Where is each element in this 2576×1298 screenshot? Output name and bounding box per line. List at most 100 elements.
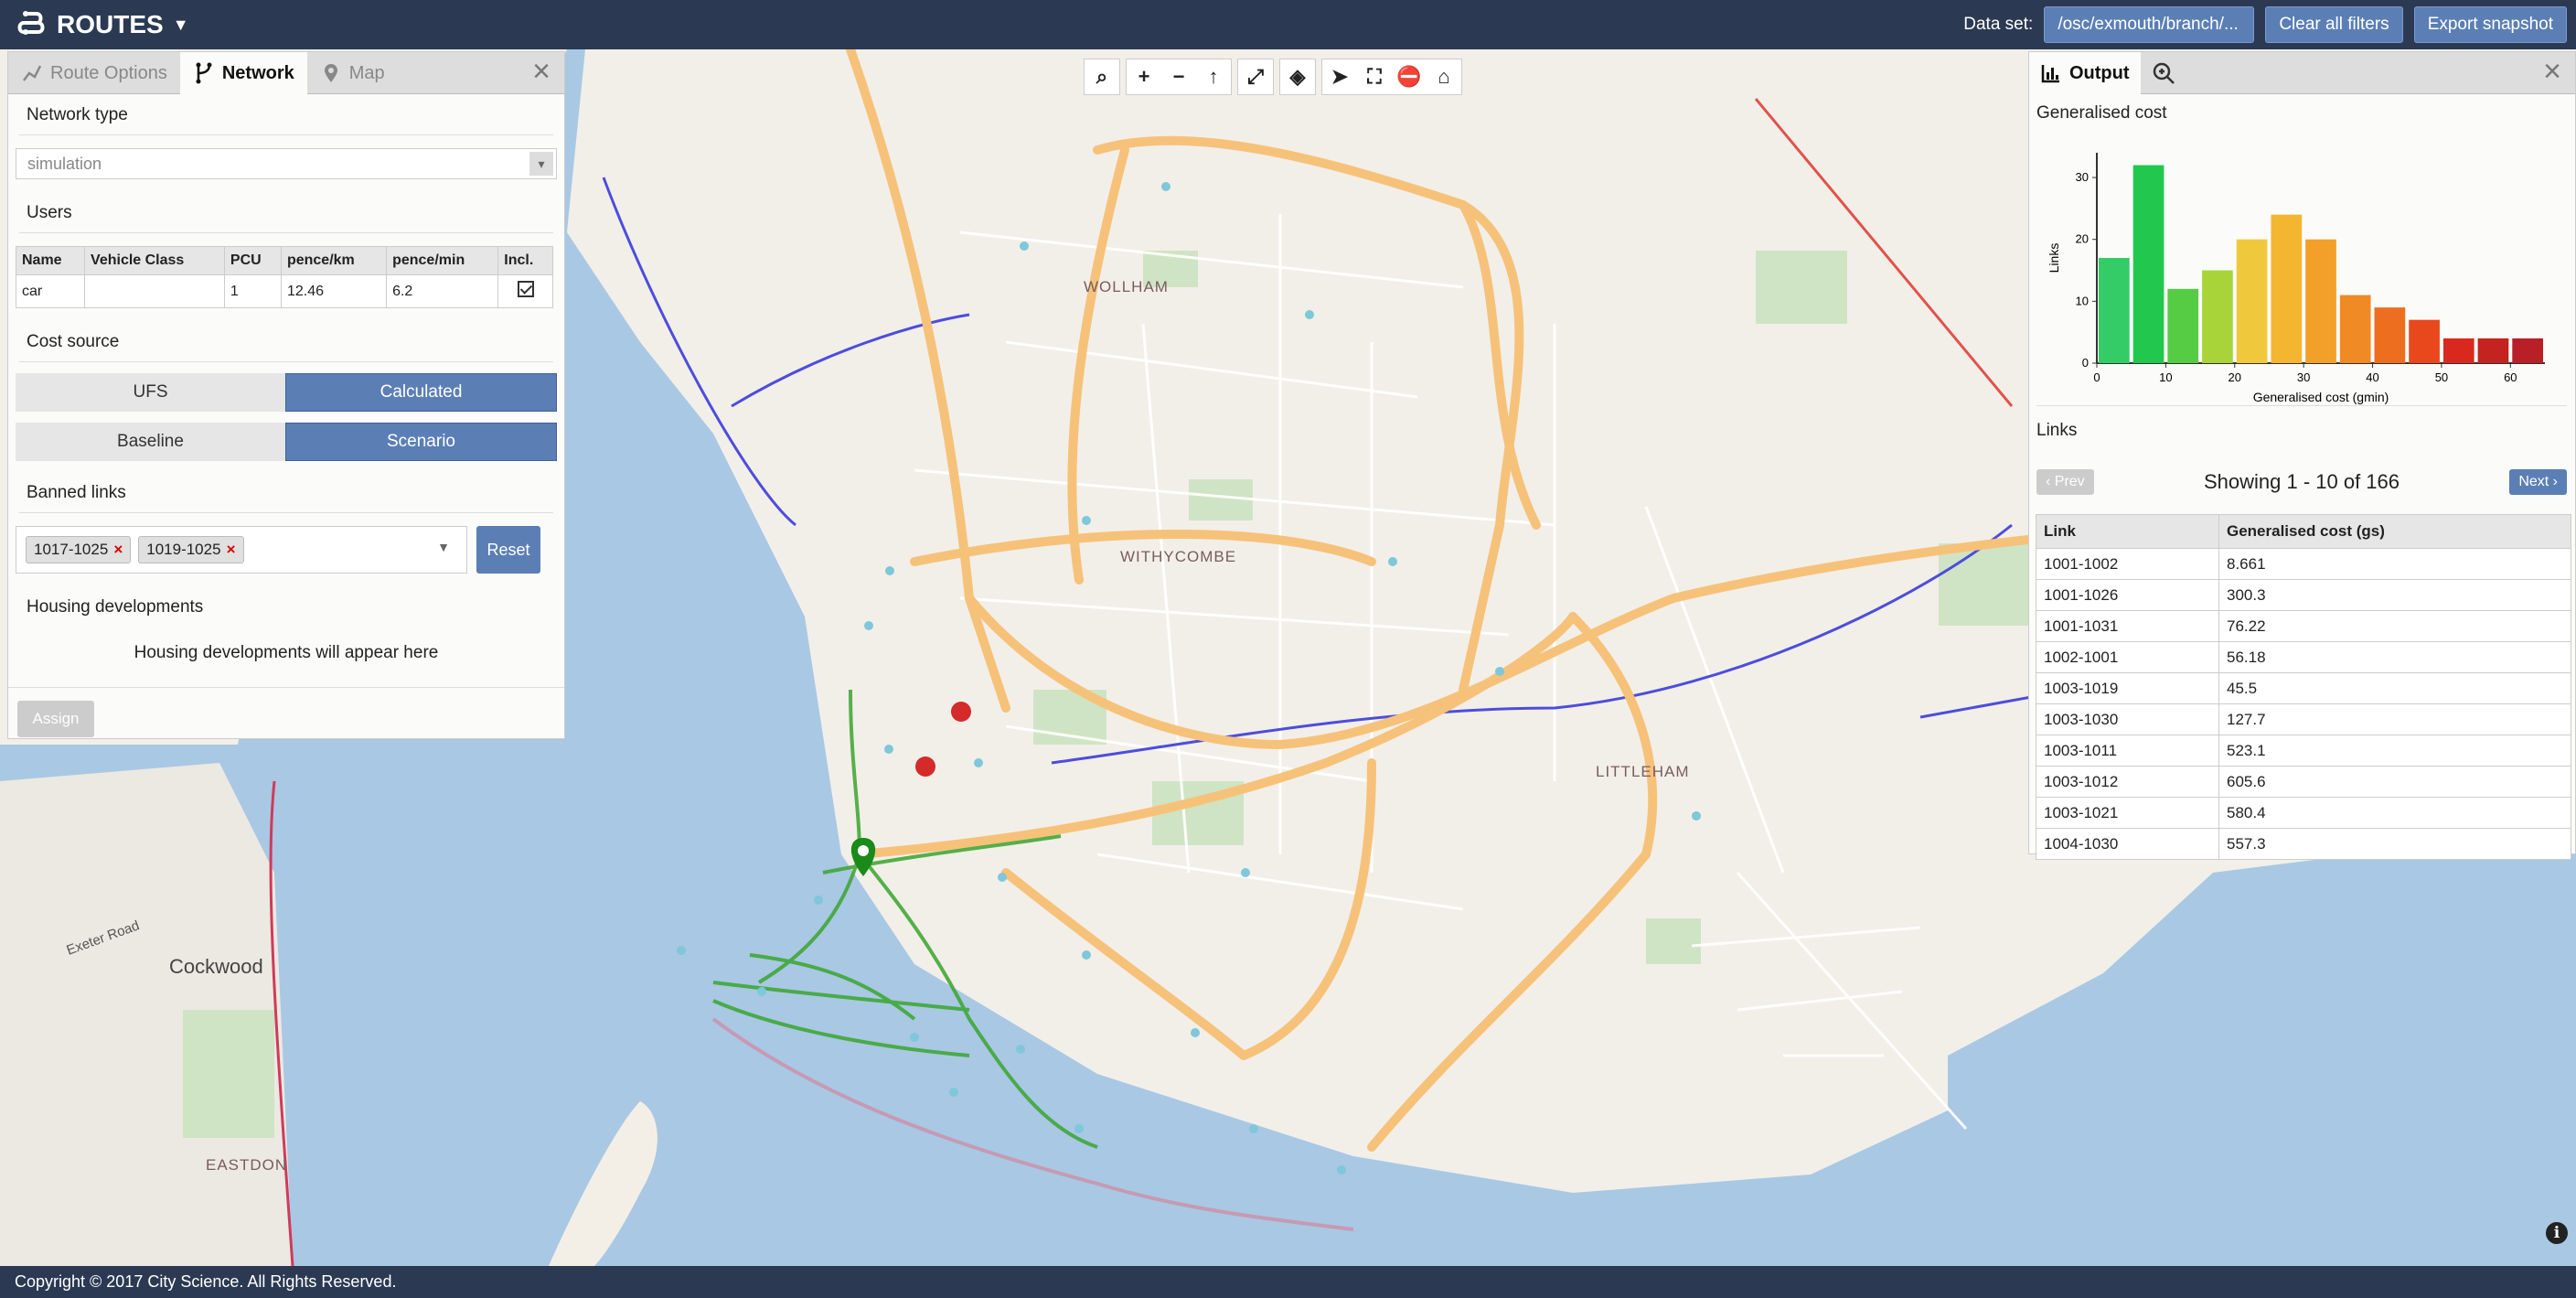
table-row[interactable]: 1001-1002 8.661 (2036, 548, 2571, 580)
user-pcu-cell[interactable]: 1 (223, 274, 282, 308)
col-pcu: PCU (223, 246, 282, 275)
y-axis-label: Links (2047, 243, 2061, 274)
links-pager: ‹ Prev Showing 1 - 10 of 166 Next › (2036, 455, 2567, 510)
housing-empty-message: Housing developments will appear here (8, 627, 564, 688)
remove-tag-icon[interactable]: × (227, 541, 236, 559)
info-icon[interactable]: i (2546, 1222, 2568, 1244)
histogram-bar (2236, 239, 2268, 363)
dataset-label: Data set: (1963, 15, 2034, 34)
col-link[interactable]: Link (2036, 514, 2219, 549)
place-label-cockwood: Cockwood (169, 955, 263, 978)
chart-title: Generalised cost (2036, 103, 2167, 123)
table-row[interactable]: 1003-1011 523.1 (2036, 735, 2571, 767)
reset-button[interactable]: Reset (476, 526, 540, 574)
link-cost-cell: 523.1 (2218, 735, 2571, 767)
next-button[interactable]: Next › (2509, 469, 2567, 495)
place-label-eastdon: EASTDON (206, 1156, 287, 1174)
banned-links-row: 1017-1025 × 1019-1025 × ▼ Reset (16, 526, 557, 574)
tab-output[interactable]: Output (2029, 52, 2141, 94)
histogram-bar (2305, 239, 2336, 363)
calculated-button[interactable]: Calculated (285, 373, 557, 412)
close-icon[interactable]: × (2537, 56, 2568, 89)
table-row[interactable]: 1003-1030 127.7 (2036, 703, 2571, 735)
incl-checkbox[interactable] (517, 281, 534, 297)
link-id-cell: 1003-1011 (2036, 735, 2219, 767)
map-search-icon[interactable]: ⌕ (1084, 59, 1120, 95)
scenario-button[interactable]: Scenario (285, 423, 557, 461)
tab-route-options-label: Route Options (50, 62, 167, 83)
table-row[interactable]: 1004-1030 557.3 (2036, 828, 2571, 860)
close-icon[interactable]: × (526, 56, 557, 89)
table-row[interactable]: 1002-1001 56.18 (2036, 641, 2571, 673)
cost-source-toggle-2: Baseline Scenario (16, 423, 557, 461)
right-panel: Output × Generalised cost 0 10 20 30 40 50 60 0… (2028, 51, 2576, 860)
dataset-button[interactable]: /osc/exmouth/branch/... (2044, 6, 2255, 43)
x-tick-label: 20 (2229, 370, 2241, 384)
user-name-cell[interactable]: car (15, 274, 86, 308)
ufs-button[interactable]: UFS (16, 373, 285, 412)
histogram-bar (2271, 214, 2303, 363)
zoom-out-icon[interactable]: − (1161, 65, 1196, 89)
remove-tag-icon[interactable]: × (113, 541, 123, 559)
baseline-button[interactable]: Baseline (16, 423, 285, 461)
col-generalised-cost[interactable]: Generalised cost (gs) (2218, 514, 2571, 549)
tab-zoom[interactable] (2141, 52, 2186, 94)
place-label-wollham: WOLLHAM (1084, 278, 1169, 295)
user-vehicle-class-cell[interactable] (84, 274, 225, 308)
link-id-cell: 1001-1002 (2036, 548, 2219, 580)
tab-map[interactable]: Map (307, 52, 398, 94)
tab-output-label: Output (2069, 62, 2130, 83)
user-pence-km-cell[interactable]: 12.46 (280, 274, 388, 308)
prev-button[interactable]: ‹ Prev (2036, 469, 2094, 495)
tag-label: 1019-1025 (146, 541, 221, 558)
table-row[interactable]: 1003-1012 605.6 (2036, 766, 2571, 798)
zoom-in-icon[interactable]: + (1127, 65, 1161, 89)
layers-icon[interactable]: ◈ (1279, 59, 1316, 95)
map-toolbar: ⌕ + − ↑ ⤢ ◈ ➤ ⛶ ⛔ ⌂ (1084, 59, 1462, 95)
chevron-down-icon[interactable]: ▼ (437, 540, 450, 554)
left-panel: Route Options Network Map × Network type… (7, 51, 565, 739)
tab-map-label: Map (348, 62, 385, 83)
home-icon[interactable]: ⌂ (1427, 65, 1461, 89)
histogram-bar (2167, 288, 2199, 363)
x-tick-label: 50 (2435, 370, 2448, 384)
generalised-cost-histogram: 0 10 20 30 40 50 60 0 10 20 30 Generalised cost (gm… (2047, 153, 2545, 404)
box-select-icon[interactable]: ⛶ (1357, 65, 1392, 89)
fullscreen-icon[interactable]: ⤢ (1237, 59, 1274, 95)
user-pence-min-cell[interactable]: 6.2 (386, 274, 499, 308)
link-cost-cell: 8.661 (2218, 548, 2571, 580)
tab-route-options[interactable]: Route Options (8, 52, 180, 94)
table-row[interactable]: 1001-1031 76.22 (2036, 610, 2571, 642)
links-table: Link Generalised cost (gs) 1001-1002 8.66… (2036, 514, 2571, 860)
place-label-withycombe: WITHYCOMBE (1120, 548, 1236, 565)
y-tick-label: 30 (2076, 170, 2089, 184)
histogram-bar (2374, 307, 2406, 363)
users-table: Name Vehicle Class PCU pence/km pence/mi… (15, 246, 553, 308)
table-row[interactable]: 1001-1026 300.3 (2036, 579, 2571, 611)
export-snapshot-button[interactable]: Export snapshot (2413, 6, 2567, 43)
tab-network[interactable]: Network (179, 52, 307, 94)
banned-links-input[interactable]: 1017-1025 × 1019-1025 × ▼ (16, 526, 467, 574)
col-pence-km: pence/km (280, 246, 388, 275)
clear-filters-button[interactable]: Clear all filters (2265, 6, 2403, 43)
histogram-bar (2099, 258, 2130, 363)
network-type-select[interactable]: simulation ▾ (16, 148, 557, 179)
table-row[interactable]: 1003-1021 580.4 (2036, 797, 2571, 829)
link-id-cell: 1003-1012 (2036, 766, 2219, 798)
link-cost-cell: 605.6 (2218, 766, 2571, 798)
link-id-cell: 1003-1021 (2036, 797, 2219, 829)
histogram-bar (2477, 338, 2509, 363)
col-pence-min: pence/min (386, 246, 499, 275)
col-name: Name (15, 246, 86, 275)
users-title: Users (19, 192, 553, 233)
y-tick-label: 10 (2076, 294, 2089, 307)
app-menu[interactable]: ROUTES ▼ (0, 0, 189, 49)
link-id-cell: 1001-1026 (2036, 579, 2219, 611)
link-id-cell: 1003-1030 (2036, 703, 2219, 735)
links-header-row: Link Generalised cost (gs) (2036, 514, 2571, 549)
no-entry-icon[interactable]: ⛔ (1392, 65, 1427, 89)
north-arrow-icon[interactable]: ↑ (1196, 65, 1231, 89)
assign-button[interactable]: Assign (17, 701, 94, 737)
table-row[interactable]: 1003-1019 45.5 (2036, 672, 2571, 704)
pointer-icon[interactable]: ➤ (1322, 65, 1357, 89)
